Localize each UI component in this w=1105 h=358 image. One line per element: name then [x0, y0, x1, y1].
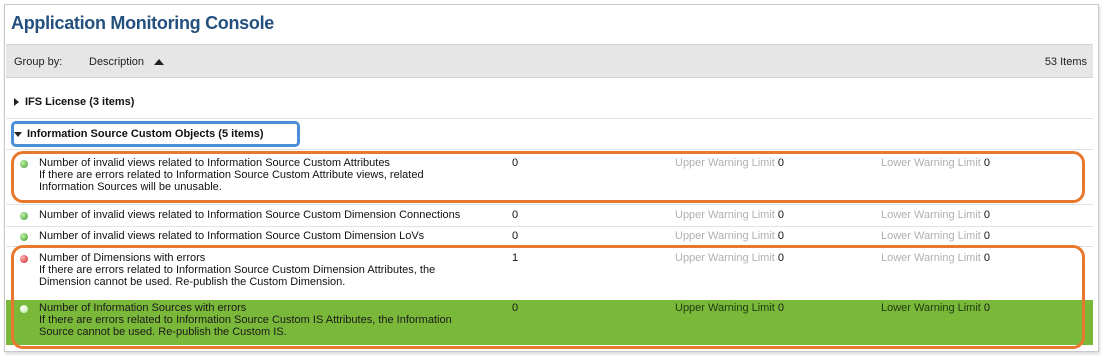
status-ok-icon — [20, 233, 28, 241]
upper-limit-label: Upper Warning Limit — [675, 230, 775, 242]
divider — [6, 204, 1093, 205]
group-by-label: Group by: — [14, 56, 63, 68]
lower-limit-value: 0 — [983, 230, 990, 242]
upper-limit-value: 0 — [777, 230, 784, 242]
lower-limit-label: Lower Warning Limit — [881, 209, 981, 221]
sort-ascending-icon[interactable] — [154, 59, 164, 65]
row-description: Number of invalid views related to Infor… — [39, 230, 499, 242]
group-by-toolbar: Group by: Description 53 Items — [6, 44, 1093, 78]
group-by-value[interactable]: Description — [89, 56, 144, 68]
status-ok-icon — [20, 212, 28, 220]
divider — [6, 118, 1093, 119]
table-row[interactable]: Number of invalid views related to Infor… — [6, 207, 1093, 225]
group-label: IFS License (3 items) — [25, 96, 135, 108]
row-description: Number of invalid views related to Infor… — [39, 209, 509, 221]
table-row[interactable]: Number of invalid views related to Infor… — [6, 228, 1093, 246]
upper-warning-limit: Upper Warning Limit 0 — [675, 209, 784, 221]
expand-arrow-icon[interactable] — [14, 98, 19, 107]
lower-limit-label: Lower Warning Limit — [881, 230, 981, 242]
row-value: 0 — [512, 209, 519, 221]
lower-warning-limit: Lower Warning Limit 0 — [881, 230, 990, 242]
row-title: Number of invalid views related to Infor… — [39, 209, 461, 221]
upper-warning-limit: Upper Warning Limit 0 — [675, 230, 784, 242]
divider — [6, 226, 1093, 227]
callout-box-orange — [11, 151, 1085, 203]
group-header-ifs-license[interactable]: IFS License (3 items) — [14, 96, 134, 108]
lower-limit-value: 0 — [983, 209, 990, 221]
callout-box-orange — [11, 245, 1085, 349]
callout-box-blue — [11, 121, 300, 147]
upper-limit-label: Upper Warning Limit — [675, 209, 775, 221]
page-title: Application Monitoring Console — [11, 13, 274, 33]
lower-warning-limit: Lower Warning Limit 0 — [881, 209, 990, 221]
items-count: 53 Items — [1044, 56, 1087, 68]
row-value: 0 — [512, 230, 519, 242]
upper-limit-value: 0 — [777, 209, 784, 221]
row-title: Number of invalid views related to Infor… — [39, 230, 425, 242]
divider — [6, 149, 1093, 150]
